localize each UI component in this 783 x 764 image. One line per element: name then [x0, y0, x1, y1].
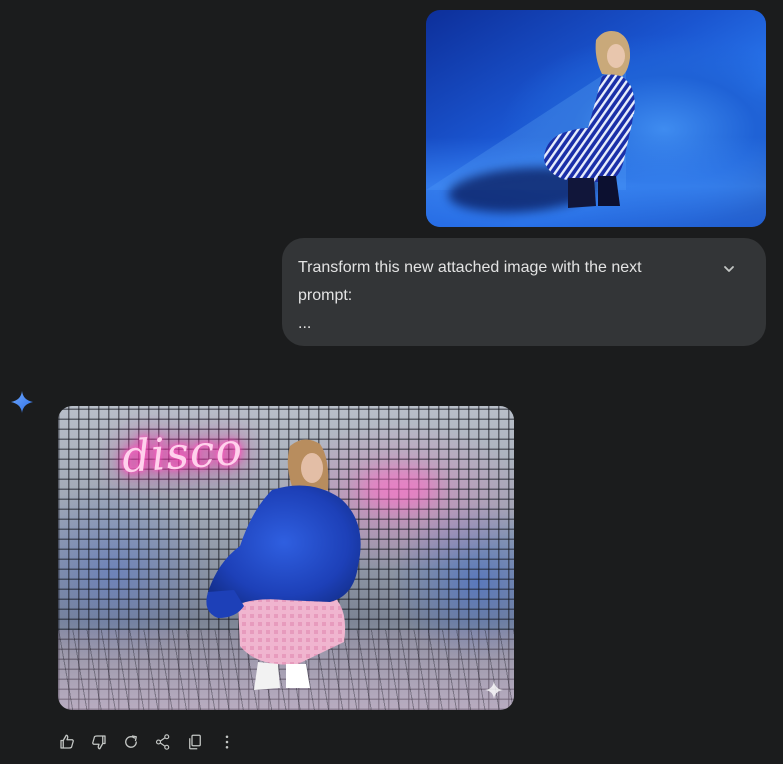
- copy-icon: [189, 734, 201, 750]
- gemini-sparkle-icon: [11, 391, 33, 413]
- crouching-figure: [544, 31, 635, 208]
- regenerate-button[interactable]: [120, 730, 142, 754]
- response-actions: [56, 730, 238, 754]
- thumbs-down-icon: [92, 735, 106, 750]
- generated-image[interactable]: disco: [58, 406, 514, 710]
- good-response-button[interactable]: [56, 730, 78, 754]
- user-prompt-text: Transform this new attached image with t…: [298, 259, 642, 332]
- more-options-button[interactable]: [216, 730, 238, 754]
- copy-button[interactable]: [184, 730, 206, 754]
- crouching-figure: [206, 439, 361, 690]
- share-button[interactable]: [152, 730, 174, 754]
- bad-response-button[interactable]: [88, 730, 110, 754]
- redo-icon: [125, 735, 137, 748]
- thumbs-up-icon: [60, 734, 74, 749]
- sparkle-icon: [485, 681, 503, 699]
- expand-prompt-button[interactable]: [718, 258, 740, 280]
- user-prompt-bubble: Transform this new attached image with t…: [282, 238, 766, 346]
- chevron-down-icon: [724, 266, 734, 272]
- share-icon: [155, 734, 170, 750]
- user-uploaded-image[interactable]: [426, 10, 766, 227]
- more-vert-icon: [225, 735, 229, 749]
